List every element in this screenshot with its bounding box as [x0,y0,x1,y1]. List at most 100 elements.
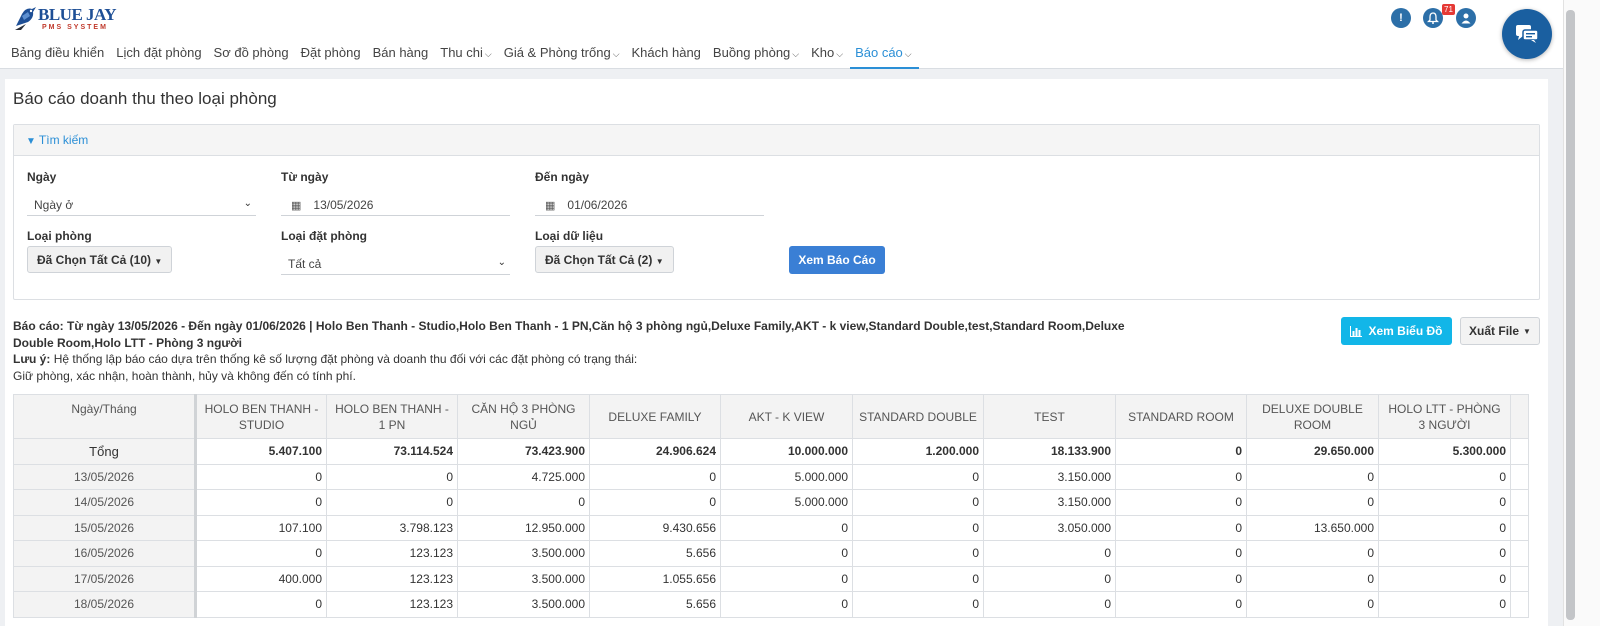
room-type-label: Loại phòng [27,229,92,243]
caret-down-icon: ▼ [154,257,163,266]
table-cell: 0 [1378,591,1511,618]
note-line-2: Giữ phòng, xác nhận, hoàn thành, hủy và … [13,368,356,383]
table-cell: 123.123 [326,565,458,592]
scrollbar-thumb[interactable] [1566,10,1575,620]
table-cell-overflow [1510,514,1529,541]
nav-item-label: Bảng điều khiển [11,45,105,60]
column-header-date: Ngày/Tháng [13,394,197,439]
table-cell: 5.656 [589,540,721,567]
table-cell: 107.100 [195,514,327,541]
caret-down-icon: ▼ [1523,326,1531,336]
report-table-wrapper[interactable]: Ngày/Tháng HOLO BEN THANH - STUDIO HOLO BE… [13,394,1540,626]
search-panel-header[interactable]: ▼ Tìm kiếm [14,125,1539,156]
row-date: 15/05/2026 [13,514,197,541]
table-cell: 0 [852,489,984,516]
booking-type-value: Tất cả [288,257,322,271]
nav-item-8[interactable]: Buồng phòng ⌵ [708,42,806,69]
to-date-input[interactable]: ▦ 01/06/2026 [535,192,764,216]
warning-icon[interactable]: ! [1391,8,1411,28]
nav-item-label: Kho [811,45,835,60]
nav-item-4[interactable]: Bán hàng [368,42,436,69]
notification-count-badge: 71 [1442,4,1455,15]
table-cell: 0 [1115,438,1247,465]
room-type-multiselect[interactable]: Đã Chọn Tất Cả (10) ▼ [27,246,173,273]
row-date: 16/05/2026 [13,540,197,567]
brand-tagline: PMS SYSTEM [42,24,108,31]
blue-jay-logo-icon [15,7,36,30]
export-file-button[interactable]: Xuất File ▼ [1460,317,1540,345]
search-panel: ▼ Tìm kiếm Ngày Ngày ở ⌄ Từ ngày ▦ 13/05/2… [13,124,1540,300]
table-cell: 0 [1246,540,1379,567]
nav-item-2[interactable]: Sơ đồ phòng [209,42,296,69]
note-label: Lưu ý: [13,352,51,366]
column-header: CĂN HỘ 3 PHÒNG NGỦ [457,394,590,439]
bell-icon[interactable] [1423,8,1443,28]
table-cell-overflow [1510,540,1529,567]
table-cell: 0 [1246,463,1379,490]
nav-item-3[interactable]: Đặt phòng [296,42,368,69]
chevron-down-icon: ⌵ [904,49,912,59]
nav-item-1[interactable]: Lịch đặt phòng [111,42,208,69]
table-cell: 0 [326,463,458,490]
table-cell: 0 [1378,489,1511,516]
calendar-icon: ▦ [291,200,302,212]
nav-item-label: Bán hàng [372,45,429,60]
table-cell: 0 [983,591,1116,618]
user-icon[interactable] [1456,8,1476,28]
nav-item-label: Đặt phòng [300,45,361,60]
logo[interactable]: BLUE JAY PMS SYSTEM [12,2,117,34]
table-cell: 73.114.524 [326,438,458,465]
table-cell: 0 [720,540,853,567]
date-type-label: Ngày [27,170,57,184]
nav-item-9[interactable]: Kho ⌵ [806,42,850,69]
report-note: Lưu ý: Hệ thống lập báo cáo dựa trên thố… [13,351,1143,368]
booking-type-label: Loại đặt phòng [281,229,367,243]
table-cell: 4.725.000 [457,463,590,490]
table-cell: 0 [1115,591,1247,618]
table-cell: 123.123 [326,540,458,567]
view-report-button[interactable]: Xem Báo Cáo [789,246,885,274]
booking-type-select[interactable]: Tất cả ⌄ [281,251,510,275]
from-date-label: Từ ngày [281,170,329,184]
table-cell: 3.798.123 [326,514,458,541]
table-row: 15/05/2026 107.100 3.798.123 12.950.000 9.43… [13,514,1529,541]
view-chart-button[interactable]: Xem Biểu Đồ [1341,317,1452,345]
column-header: HOLO BEN THANH - 1 PN [326,394,458,439]
table-cell: 5.300.000 [1378,438,1511,465]
chat-button[interactable] [1502,9,1552,59]
calendar-icon: ▦ [545,200,556,212]
table-cell-overflow [1510,591,1529,618]
caret-down-icon: ▼ [655,257,664,266]
nav-item-5[interactable]: Thu chi ⌵ [435,42,498,69]
table-header-row: Ngày/Tháng HOLO BEN THANH - STUDIO HOLO BE… [13,394,1529,439]
table-cell-overflow [1510,463,1529,490]
table-cell: 18.133.900 [983,438,1116,465]
nav-item-label: Thu chi [440,45,483,60]
table-cell: 0 [1115,540,1247,567]
nav-item-7[interactable]: Khách hàng [627,42,708,69]
chat-icon [1516,25,1539,43]
table-cell: 0 [1378,514,1511,541]
from-date-input[interactable]: ▦ 13/05/2026 [281,192,510,216]
date-type-select[interactable]: Ngày ở ⌄ [27,192,256,216]
table-cell: 5.000.000 [720,489,853,516]
nav-item-10[interactable]: Báo cáo ⌵ [850,42,919,69]
nav-item-0[interactable]: Bảng điều khiển [6,42,111,69]
table-cell: 9.430.656 [589,514,721,541]
table-cell: 0 [1378,540,1511,567]
table-cell: 400.000 [195,565,327,592]
nav-item-label: Lịch đặt phòng [116,45,202,60]
data-type-multiselect[interactable]: Đã Chọn Tất Cả (2) ▼ [535,246,674,273]
report-info: Báo cáo: Từ ngày 13/05/2026 - Đến ngày 0… [13,318,1143,384]
top-bar: BLUE JAY PMS SYSTEM Bảng điều khiển Lịch … [0,0,1600,69]
table-cell: 5.407.100 [195,438,327,465]
room-type-value: Đã Chọn Tất Cả (10) [37,253,152,267]
row-date: 13/05/2026 [13,463,197,490]
table-cell-overflow [1510,438,1529,465]
row-date: 18/05/2026 [13,591,197,618]
search-panel-title: Tìm kiếm [38,133,89,147]
table-row: 13/05/2026 0 0 4.725.000 0 5.000.000 0 3.150.00… [13,463,1529,490]
table-cell: 0 [720,514,853,541]
nav-item-6[interactable]: Giá & Phòng trống ⌵ [499,42,627,69]
table-cell: 12.950.000 [457,514,590,541]
